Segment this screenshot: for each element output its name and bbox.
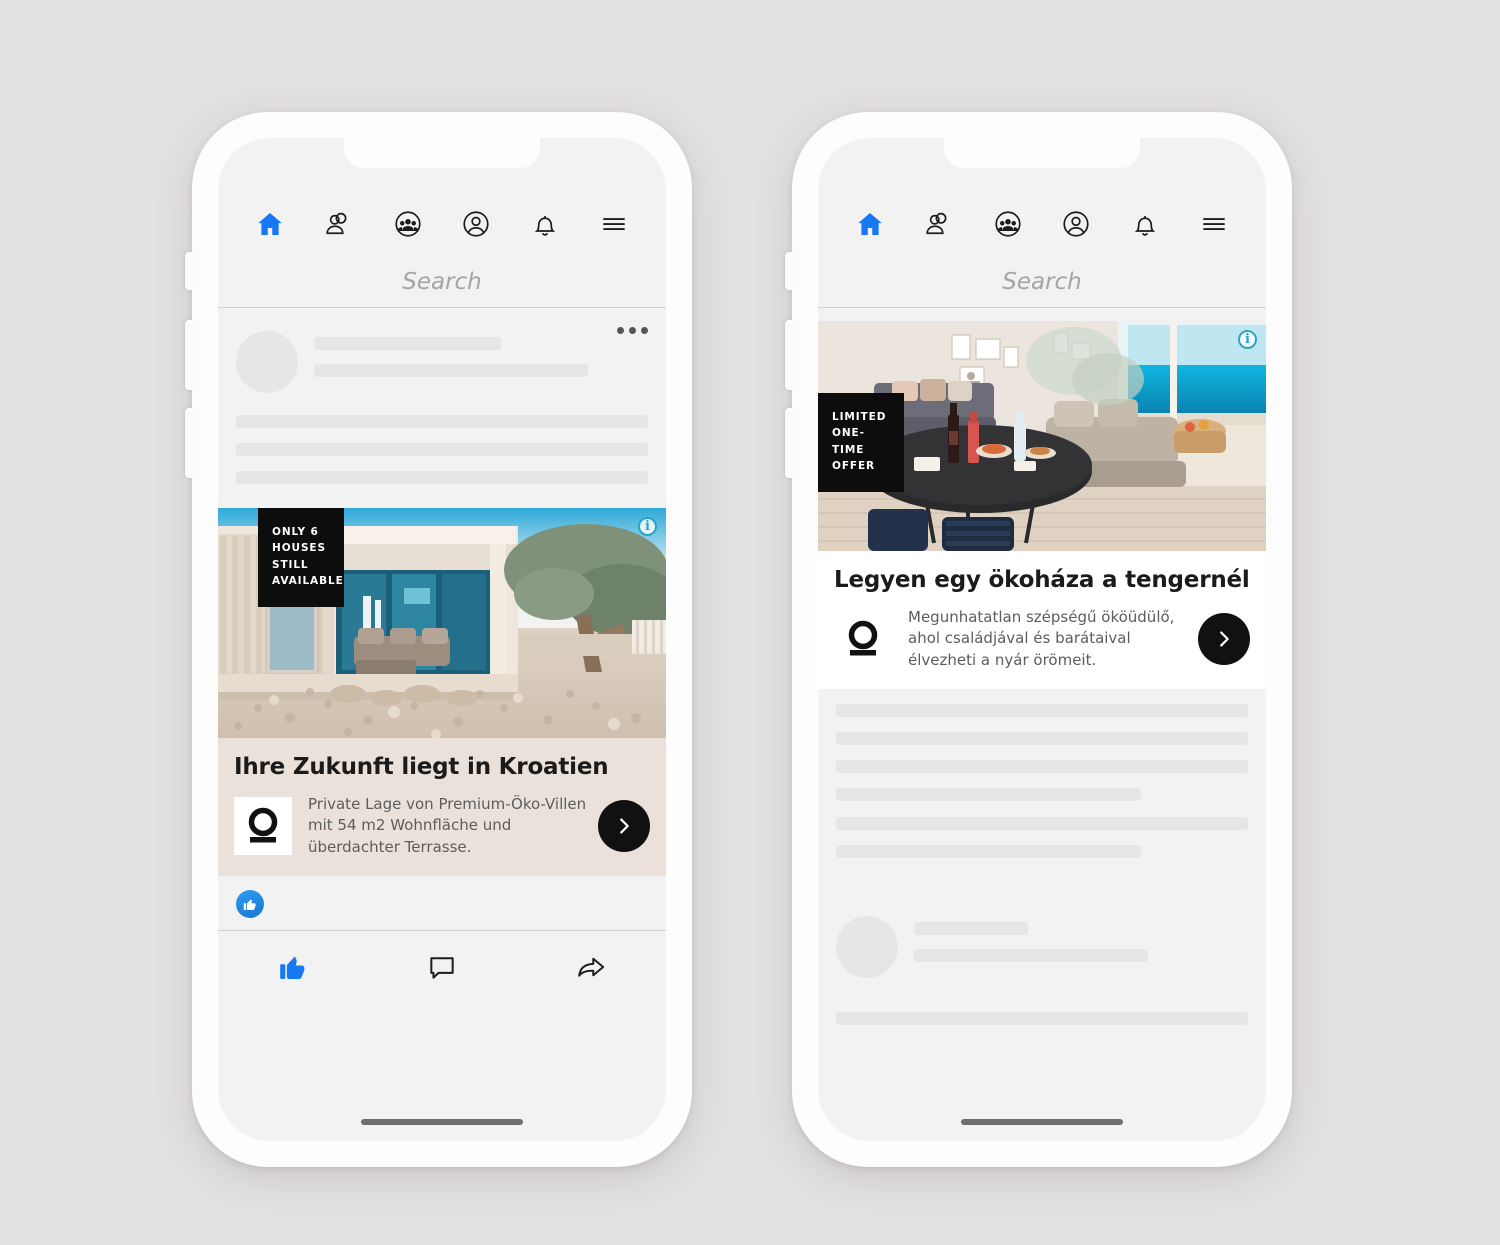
post-text-placeholder-3 [818, 1011, 1266, 1025]
ad-badge-line-1: ONLY 6 [272, 526, 319, 538]
bell-icon[interactable] [528, 207, 562, 241]
like-button[interactable] [266, 947, 320, 987]
feed-right: LIMITED ONE-TIME OFFER i Legyen egy ökoh… [818, 309, 1266, 1141]
ad-cta-next-button[interactable] [1198, 612, 1250, 665]
ad-body: Private Lage von Premium-Öko-Villen mit … [234, 794, 650, 858]
profile-icon[interactable] [1059, 207, 1093, 241]
like-reaction-icon[interactable] [236, 889, 264, 918]
home-icon[interactable] [253, 207, 287, 241]
post-meta-placeholder [914, 921, 1248, 962]
post-header [218, 309, 666, 393]
phone-side-button-volume-down[interactable] [185, 408, 193, 478]
post-text-placeholder [218, 415, 666, 484]
search-placeholder: Search [1002, 268, 1082, 295]
more-options-icon[interactable] [617, 327, 648, 334]
advertiser-logo-icon [834, 609, 892, 668]
phone-side-button-volume-down[interactable] [785, 408, 793, 478]
friends-icon[interactable] [322, 207, 356, 241]
bell-icon[interactable] [1128, 207, 1162, 241]
top-navigation-bar [218, 192, 666, 256]
phone-side-button-volume-up[interactable] [185, 320, 193, 390]
post-meta-placeholder [314, 337, 648, 377]
share-button[interactable] [564, 947, 618, 987]
ad-cta-next-button[interactable] [598, 799, 650, 852]
home-indicator[interactable] [961, 1119, 1123, 1125]
feed-left: ONLY 6 HOUSES STILL AVAILABLE i Ihre Zuk… [218, 309, 666, 1141]
phone-screen-right: Search LIMITED ONE-TIME OFFER i Legyen e… [818, 138, 1266, 1141]
phone-screen-left: Search ONLY 6 HOUSES STILL AVAILABLE i I… [218, 138, 666, 1141]
ad-description: Private Lage von Premium-Öko-Villen mit … [308, 795, 587, 856]
home-icon[interactable] [853, 207, 887, 241]
avatar[interactable] [236, 331, 298, 393]
phone-side-button-mute[interactable] [185, 252, 193, 290]
reaction-summary-row [218, 876, 666, 930]
comment-button[interactable] [415, 947, 469, 987]
advertiser-logo-icon [234, 796, 292, 855]
scene: Search ONLY 6 HOUSES STILL AVAILABLE i I… [0, 0, 1500, 1245]
groups-icon[interactable] [391, 207, 425, 241]
ad-headline: Legyen egy ökoháza a tengernél [834, 567, 1250, 593]
ad-overlay-badge: ONLY 6 HOUSES STILL AVAILABLE [258, 508, 344, 608]
phone-side-button-mute[interactable] [785, 252, 793, 290]
top-navigation-bar [818, 192, 1266, 256]
post-header-2 [818, 894, 1266, 978]
ad-badge-line-2: HOUSES STILL [272, 542, 326, 571]
search-placeholder: Search [402, 268, 482, 295]
profile-icon[interactable] [459, 207, 493, 241]
menu-icon[interactable] [1197, 207, 1231, 241]
ad-description: Megunhatatlan szépségű ököüdülő, ahol cs… [908, 608, 1175, 669]
search-bar[interactable]: Search [818, 256, 1266, 308]
info-icon[interactable]: i [1238, 330, 1257, 349]
phone-notch [344, 138, 540, 168]
post-text-placeholder-2 [818, 816, 1266, 858]
groups-icon[interactable] [991, 207, 1025, 241]
ad-body: Megunhatatlan szépségű ököüdülő, ahol cs… [834, 607, 1250, 671]
phone-side-button-volume-up[interactable] [785, 320, 793, 390]
ad-overlay-badge: LIMITED ONE-TIME OFFER [818, 393, 904, 493]
sponsored-ad-card[interactable]: ONLY 6 HOUSES STILL AVAILABLE i Ihre Zuk… [218, 508, 666, 876]
ad-badge-line-1: LIMITED [832, 411, 887, 423]
phone-notch [944, 138, 1140, 168]
avatar[interactable] [836, 915, 898, 978]
post-text-placeholder [818, 703, 1266, 801]
ad-photo-villa-interior[interactable]: LIMITED ONE-TIME OFFER i [818, 321, 1266, 551]
post-action-bar [218, 929, 666, 1001]
ad-badge-line-3: AVAILABLE [272, 574, 344, 587]
phone-device-left: Search ONLY 6 HOUSES STILL AVAILABLE i I… [185, 112, 692, 1167]
sponsored-ad-card[interactable]: LIMITED ONE-TIME OFFER i Legyen egy ökoh… [818, 321, 1266, 689]
ad-badge-line-2: ONE-TIME [832, 427, 865, 456]
menu-icon[interactable] [597, 207, 631, 241]
friends-icon[interactable] [922, 207, 956, 241]
phone-device-right: Search LIMITED ONE-TIME OFFER i Legyen e… [785, 112, 1292, 1167]
home-indicator[interactable] [361, 1119, 523, 1125]
ad-headline: Ihre Zukunft liegt in Kroatien [234, 754, 609, 780]
ad-photo-villa-exterior[interactable]: ONLY 6 HOUSES STILL AVAILABLE i [218, 508, 666, 738]
search-bar[interactable]: Search [218, 256, 666, 308]
info-icon[interactable]: i [638, 517, 657, 536]
ad-caption: Ihre Zukunft liegt in Kroatien Private L… [218, 738, 666, 876]
ad-caption: Legyen egy ökoháza a tengernél Megunhata… [818, 551, 1266, 689]
ad-badge-line-3: OFFER [832, 459, 876, 472]
